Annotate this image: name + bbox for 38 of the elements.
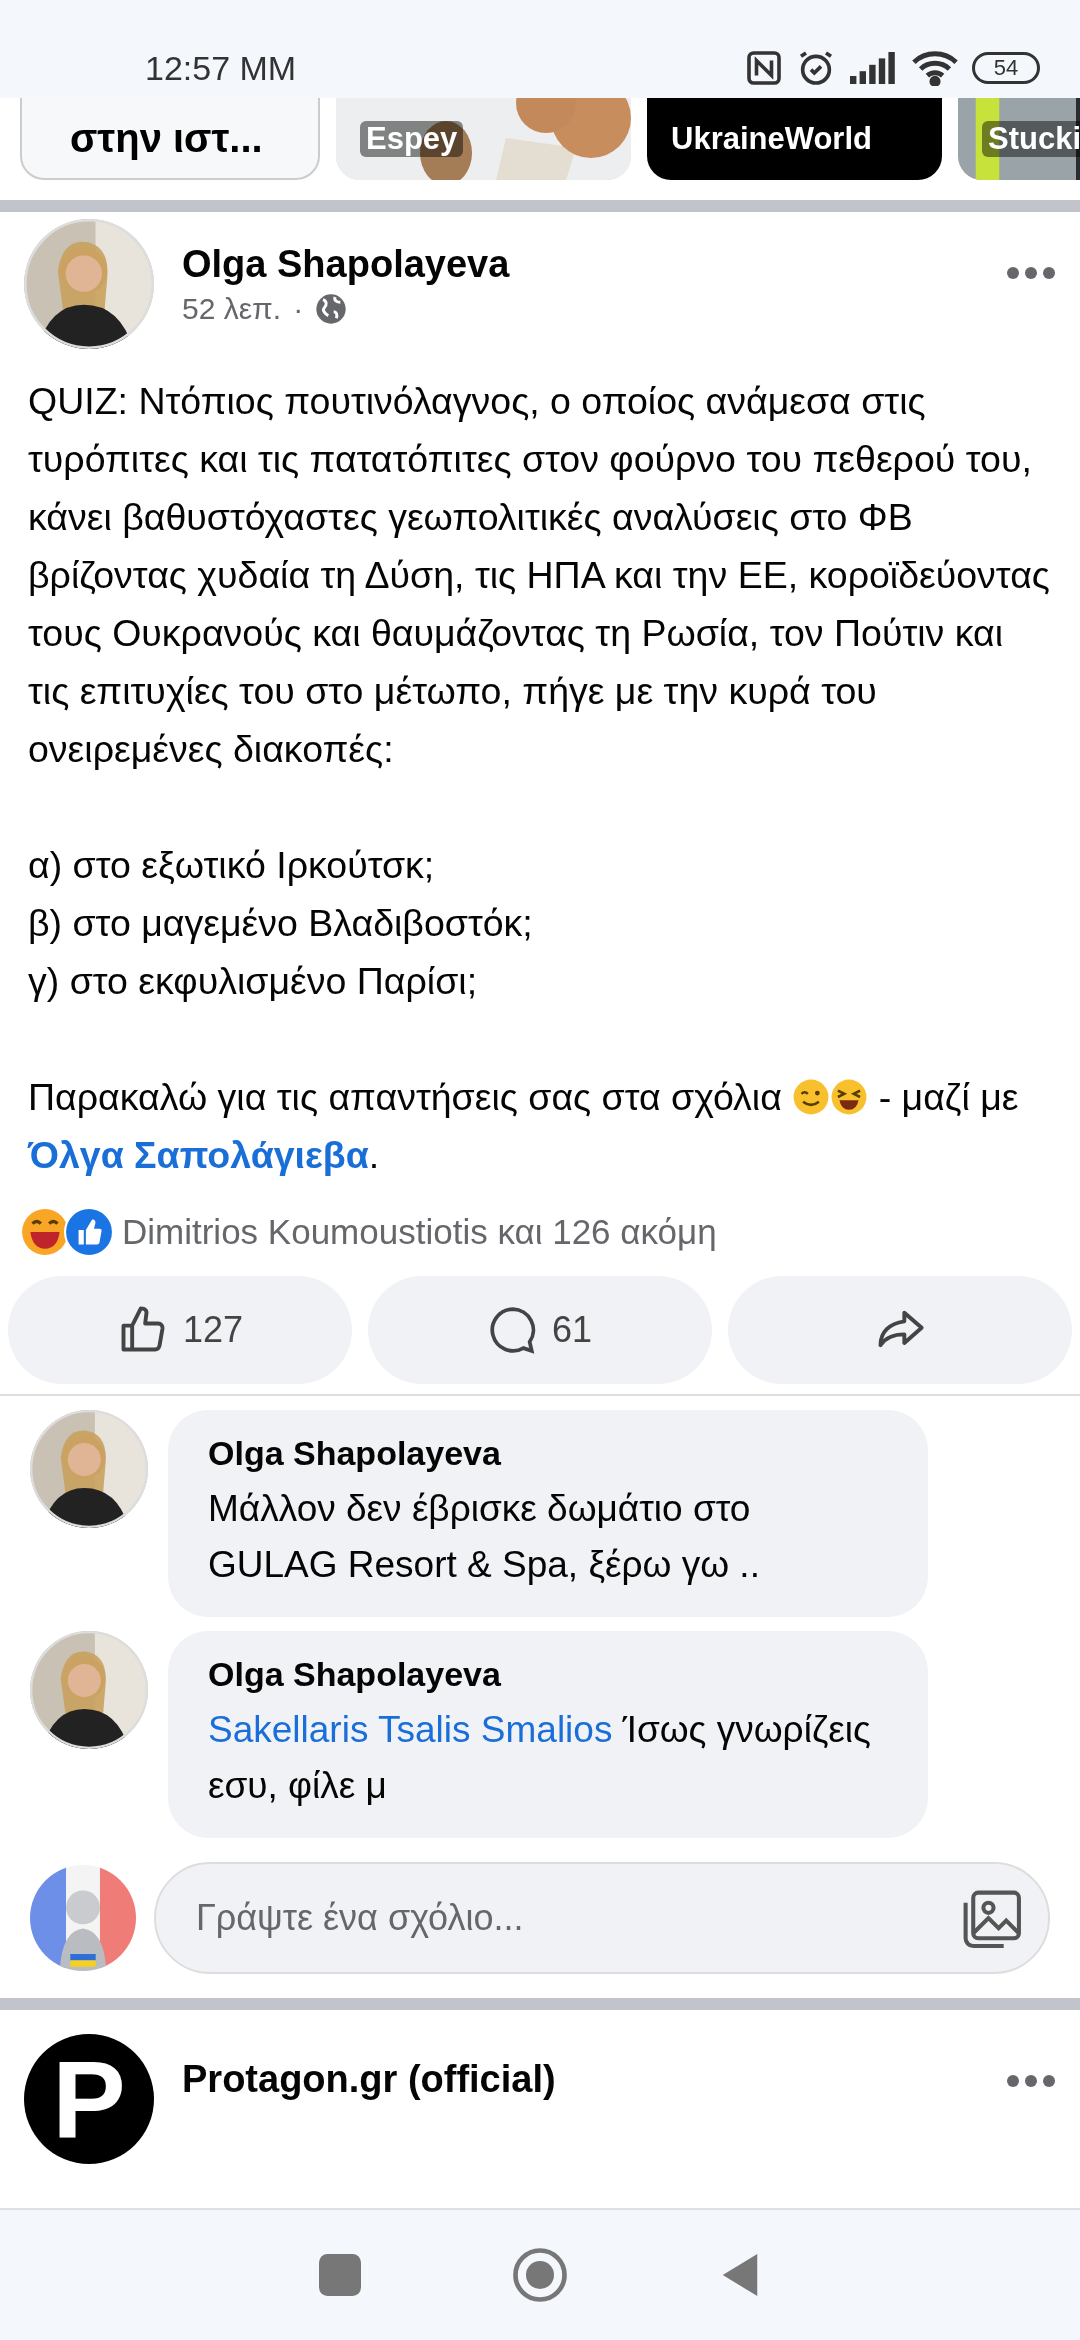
comment-text: Μάλλον δεν έβρισκε δωμάτιο στο GULAG Resort & Spa, ξέρω γω .. [208, 1487, 761, 1587]
square-icon [319, 2254, 361, 2296]
comment-input[interactable]: Γράψτε ένα σχόλιο... [194, 1896, 958, 1940]
story-card[interactable]: UkraineWorld [647, 98, 942, 180]
comment-text: Sakellaris Tsalis Smalios Ίσως γνωρίζεις εσυ, φίλε μ [208, 1708, 872, 1808]
more-icon[interactable] [1006, 2074, 1056, 2088]
comment-author[interactable]: Olga Shapolayeva [208, 1655, 888, 1694]
signal-icon [850, 52, 898, 84]
separator-dot: · [293, 291, 304, 326]
winking-face-icon [792, 1078, 831, 1116]
post-time: 52 λεπ. [182, 291, 282, 326]
status-time: 12:57 MM [145, 49, 297, 88]
author-name[interactable]: Olga Shapolayeva [182, 242, 978, 286]
post-text: QUIZ: Ντόπιος πουτινόλαγνος, ο οποίος ανάμεσα στις τυρόπιτες και τις πατατόπιτες στον φούρνο του πεθερού του, κάνει βαθυστόχαστες γεωπολιτικές αναλύσεις στο ΦΒ βρίζοντας χυδαία τη Δύση, τις ΗΠΑ και την ΕΕ, κοροϊδεύοντας τους Ουκρανούς και θαυμάζοντας τη Ρωσία, τον Πούτιν και τις επιτυχίες του στο μέτωπο, πήγε με την κυρά του ονειρεμένες διακοπές: [28, 379, 1051, 772]
mention-link[interactable]: Sakellaris Tsalis Smalios [208, 1709, 613, 1750]
laughing-face-icon [830, 1078, 869, 1116]
globe-icon [315, 292, 348, 325]
page-logo[interactable]: P [24, 2034, 154, 2164]
like-button[interactable]: 127 [8, 1276, 352, 1384]
story-card[interactable]: στην ιστ... [20, 98, 320, 180]
circle-icon [512, 2247, 568, 2303]
post-text: Παρακαλώ για τις απαντήσεις σας στα σχόλια [28, 1076, 782, 1118]
author-name[interactable]: Protagon.gr (official) [182, 2058, 978, 2101]
story-card[interactable]: Stucki [958, 98, 1080, 180]
post-text: - μαζί με [877, 1076, 1019, 1118]
wifi-icon [912, 50, 958, 86]
nfc-icon [746, 50, 782, 86]
battery-level: 54 [972, 52, 1040, 84]
more-icon[interactable] [1006, 266, 1056, 280]
comment-author[interactable]: Olga Shapolayeva [208, 1434, 888, 1473]
comment-field[interactable]: Γράψτε ένα σχόλιο... [154, 1862, 1050, 1974]
post-text: . [368, 1134, 380, 1176]
reactions-summary[interactable]: Dimitrios Koumoustiotis και 126 ακόμη [122, 1212, 717, 1252]
like-reaction-icon [64, 1207, 114, 1257]
comment-icon [487, 1305, 538, 1355]
tag-link[interactable]: Όλγα Σαπολάγιεβα [28, 1134, 369, 1176]
post-text: α) στο εξωτικό Ιρκούτσκ; β) στο μαγεμένο Βλαδιβοστόκ; γ) στο εκφυλισμένο Παρίσι; [28, 843, 534, 1004]
comment-button[interactable]: 61 [368, 1276, 712, 1384]
